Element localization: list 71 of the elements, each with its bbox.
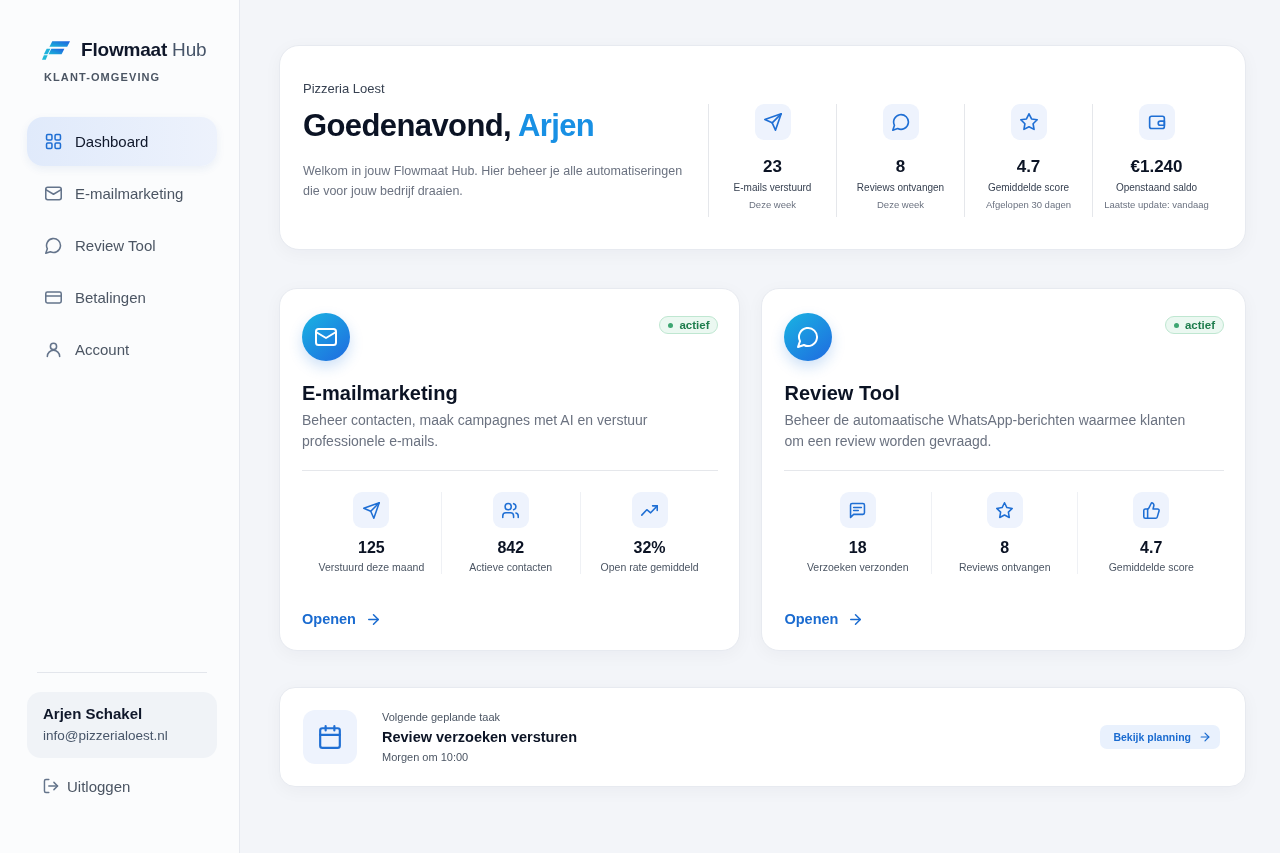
chat-bubble-icon	[882, 104, 919, 140]
logout-button[interactable]: Uitloggen	[27, 774, 131, 798]
grid-icon	[45, 133, 62, 150]
nav-item[interactable]: E-mailmarketing	[27, 169, 217, 218]
message-icon	[839, 492, 876, 528]
nav-item[interactable]: Review Tool	[27, 221, 217, 270]
user-email: info@pizzerialoest.nl	[43, 727, 169, 745]
stat-label: Reviews ontvangen	[856, 181, 945, 194]
stat-period: Deze week	[749, 198, 796, 211]
stat-label: Reviews ontvangen	[958, 560, 1051, 574]
stat-label: Openstaand saldo	[1115, 181, 1198, 194]
task-title: Review verzoeken versturen	[382, 728, 579, 747]
stat-value: 4.7	[1140, 538, 1163, 558]
paper-plane-icon	[353, 492, 390, 528]
user-icon	[45, 341, 62, 358]
status-label: actief	[679, 318, 710, 332]
credit-card-icon	[45, 289, 62, 306]
open-link[interactable]: Openen	[784, 609, 864, 629]
stat-label: Open rate gemiddeld	[600, 560, 699, 574]
module-title: E-mailmarketing	[302, 381, 459, 406]
stat-value: 4.7	[1016, 157, 1041, 177]
stat-period: Laatste update: vandaag	[1104, 198, 1209, 211]
thumbs-up-icon	[1133, 492, 1170, 528]
arrow-right-icon	[848, 611, 864, 627]
greeting-heading: Goedenavond, Arjen	[303, 107, 596, 145]
stat-value: 125	[358, 538, 385, 558]
intro-text: Welkom in jouw Flowmaat Hub. Hier beheer je alle automatiseringen die voor jouw bedrijf draaien.	[303, 163, 684, 200]
envelope-icon	[302, 313, 350, 361]
arrow-right-icon	[366, 611, 381, 627]
module-description: Beheer contacten, maak campagnes met AI en verstuur professionele e-mails.	[302, 411, 649, 451]
stat-value: 23	[763, 157, 782, 177]
stat-label: Verstuurd deze maand	[318, 560, 425, 574]
stat-value: 842	[497, 538, 525, 558]
status-dot-icon	[668, 322, 674, 328]
arrow-right-icon	[1199, 731, 1211, 743]
stat-value: €1.240	[1130, 157, 1183, 177]
stat-label: Gemiddelde score	[987, 181, 1070, 194]
business-name: Pizzeria Loest	[303, 80, 386, 98]
stat-period: Afgelopen 30 dagen	[985, 198, 1072, 211]
paper-plane-icon	[754, 104, 791, 140]
chat-bubble-icon	[784, 313, 833, 361]
logout-icon	[43, 778, 59, 794]
stat-label: Actieve contacten	[469, 560, 553, 574]
stat-period: Deze week	[877, 198, 924, 211]
stat-label: E-mails verstuurd	[733, 181, 812, 194]
brand-name: Flowmaat Hub	[81, 38, 207, 62]
status-label: actief	[1184, 318, 1215, 332]
envelope-icon	[45, 185, 62, 202]
nav-item[interactable]: Betalingen	[27, 273, 217, 322]
module-title: Review Tool	[784, 381, 901, 406]
status-dot-icon	[1173, 322, 1179, 328]
task-label: Volgende geplande taak	[382, 710, 502, 724]
calendar-icon	[303, 710, 357, 764]
open-link[interactable]: Openen	[302, 609, 381, 629]
planning-button[interactable]: Bekijk planning	[1100, 725, 1220, 749]
stat-label: Verzoeken verzonden	[806, 560, 909, 574]
task-time: Morgen om 10:00	[382, 750, 470, 764]
stat-value: 8	[895, 157, 906, 177]
user-name: Arjen Schakel	[43, 704, 144, 724]
users-icon	[492, 492, 529, 528]
stat-value: 32%	[633, 538, 666, 558]
stat-value: 18	[848, 538, 867, 558]
stat-value: 8	[1000, 538, 1010, 558]
chat-bubble-icon	[45, 237, 62, 254]
module-description: Beheer de automaatische WhatsApp-berichten waarmee klanten om een review worden gevraagd.	[784, 411, 1187, 451]
stat-label: Gemiddelde score	[1108, 560, 1194, 574]
logo-icon	[42, 40, 70, 60]
wallet-icon	[1138, 104, 1175, 140]
workspace-label: KLANT-OMGEVING	[44, 70, 162, 84]
nav-item[interactable]: Dashboard	[27, 117, 217, 166]
nav-item[interactable]: Account	[27, 325, 217, 374]
